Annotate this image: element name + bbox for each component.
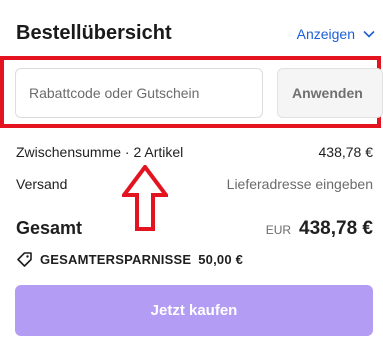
order-summary-header: Bestellübersicht Anzeigen: [16, 22, 375, 45]
total-row: Gesamt EUR 438,78 €: [16, 218, 373, 240]
savings-label: GESAMTERSPARNISSE: [40, 252, 192, 267]
shipping-value: Lieferadresse eingeben: [226, 176, 373, 192]
apply-button[interactable]: Anwenden: [277, 68, 383, 118]
subtotal-value: 438,78 €: [318, 144, 374, 160]
subtotal-row: Zwischensumme · 2 Artikel 438,78 €: [16, 144, 373, 160]
chevron-down-icon: [363, 30, 375, 38]
show-summary-toggle[interactable]: Anzeigen: [297, 26, 375, 42]
savings-row: GESAMTERSPARNISSE 50,00 €: [16, 251, 243, 268]
subtotal-label: Zwischensumme · 2 Artikel: [16, 144, 184, 160]
total-value: 438,78 €: [299, 218, 373, 239]
show-summary-label: Anzeigen: [296, 25, 355, 42]
page-title: Bestellübersicht: [16, 22, 172, 44]
total-label: Gesamt: [16, 218, 83, 238]
shipping-row: Versand Lieferadresse eingeben: [16, 176, 373, 192]
discount-code-input[interactable]: [15, 68, 263, 118]
savings-value: 50,00 €: [198, 252, 244, 267]
shipping-label: Versand: [16, 176, 68, 192]
checkout-button[interactable]: Jetzt kaufen: [15, 285, 373, 336]
currency-code: EUR: [265, 223, 292, 237]
tag-icon: [17, 252, 32, 267]
